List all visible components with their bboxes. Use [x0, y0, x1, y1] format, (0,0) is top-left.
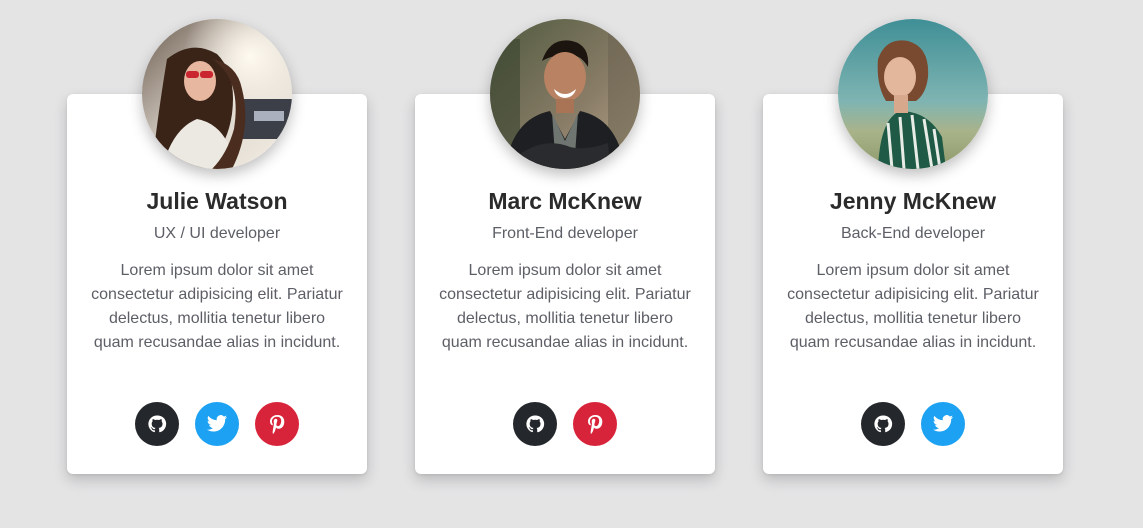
- github-icon: [874, 415, 893, 433]
- github-button[interactable]: [861, 402, 905, 446]
- profile-role: Front-End developer: [492, 225, 638, 242]
- profile-role: Back-End developer: [840, 225, 986, 242]
- twitter-button[interactable]: [921, 402, 965, 446]
- github-button[interactable]: [513, 402, 557, 446]
- profile-card-julie-watson: Julie Watson UX / UI developer Lorem ips…: [67, 19, 367, 474]
- twitter-icon: [932, 415, 954, 432]
- profile-name: Jenny McKnew: [829, 188, 997, 214]
- twitter-icon: [206, 415, 228, 432]
- avatar: [838, 19, 988, 169]
- profile-card-jenny-mcknew: Jenny McKnew Back-End developer Lorem ip…: [763, 19, 1063, 474]
- social-links: [415, 402, 715, 446]
- profile-name: Marc McKnew: [488, 188, 642, 214]
- avatar-photo-marc: [490, 19, 640, 169]
- github-icon: [526, 415, 545, 433]
- profile-bio: Lorem ipsum dolor sit amet consectetur a…: [787, 262, 1039, 351]
- pinterest-icon: [588, 415, 603, 434]
- github-button[interactable]: [135, 402, 179, 446]
- github-icon: [148, 415, 167, 433]
- profile-card-marc-mcknew: Marc McKnew Front-End developer Lorem ip…: [415, 19, 715, 474]
- avatar: [490, 19, 640, 169]
- social-links: [763, 402, 1063, 446]
- profile-role: UX / UI developer: [153, 225, 281, 242]
- avatar: [142, 19, 292, 169]
- avatar-photo-julie: [142, 19, 292, 169]
- twitter-button[interactable]: [195, 402, 239, 446]
- pinterest-button[interactable]: [255, 402, 299, 446]
- avatar-photo-jenny: [838, 19, 988, 169]
- social-links: [67, 402, 367, 446]
- profile-bio: Lorem ipsum dolor sit amet consectetur a…: [439, 262, 691, 351]
- profile-bio: Lorem ipsum dolor sit amet consectetur a…: [91, 262, 343, 351]
- pinterest-button[interactable]: [573, 402, 617, 446]
- pinterest-icon: [270, 415, 285, 434]
- profile-name: Julie Watson: [146, 188, 288, 214]
- team-cards: Julie Watson UX / UI developer Lorem ips…: [67, 19, 1063, 474]
